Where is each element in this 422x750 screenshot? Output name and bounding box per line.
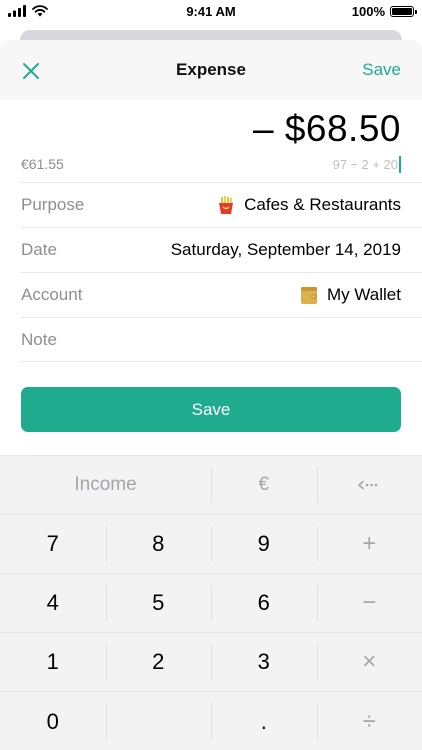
- amount-area[interactable]: – $68.50 €61.55 97 ÷ 2 + 20: [0, 100, 422, 182]
- key-9[interactable]: 9: [211, 515, 317, 573]
- formula-display: 97 ÷ 2 + 20: [333, 156, 401, 173]
- date-value: Saturday, September 14, 2019: [170, 240, 401, 259]
- keypad: Income € 7 8 9 + 4 5 6 − 1 2 3 × 0 . ÷: [0, 455, 422, 750]
- battery-icon: [390, 5, 417, 17]
- wifi-icon: [32, 5, 48, 17]
- close-button[interactable]: [18, 58, 44, 84]
- keypad-row-3: 1 2 3 ×: [0, 633, 422, 692]
- page-title: Expense: [176, 60, 246, 79]
- save-wrap: Save: [0, 362, 422, 432]
- wallet-icon: [301, 287, 317, 304]
- purpose-row[interactable]: Purpose Cafes & Restaurants: [21, 182, 422, 227]
- key-2[interactable]: 2: [105, 633, 212, 691]
- nav-save-button[interactable]: Save: [362, 60, 401, 80]
- key-3[interactable]: 3: [211, 633, 317, 691]
- key-0[interactable]: 0: [0, 692, 106, 750]
- key-divide[interactable]: ÷: [316, 692, 422, 750]
- account-text: My Wallet: [327, 285, 401, 304]
- keypad-row-2: 4 5 6 −: [0, 574, 422, 633]
- key-5[interactable]: 5: [105, 574, 212, 632]
- purpose-label: Purpose: [21, 195, 85, 214]
- key-plus[interactable]: +: [316, 515, 422, 573]
- backspace-icon: [358, 480, 378, 490]
- key-decimal[interactable]: .: [211, 692, 317, 750]
- key-8[interactable]: 8: [105, 515, 212, 573]
- date-row[interactable]: Date Saturday, September 14, 2019: [21, 227, 422, 272]
- account-row[interactable]: Account My Wallet: [21, 272, 422, 317]
- key-empty: [105, 692, 212, 750]
- key-multiply[interactable]: ×: [316, 633, 422, 691]
- key-6[interactable]: 6: [211, 574, 317, 632]
- keypad-top-row: Income €: [0, 456, 422, 515]
- account-label: Account: [21, 285, 83, 304]
- close-icon: [23, 63, 39, 79]
- date-label: Date: [21, 240, 57, 259]
- status-right: 100%: [351, 3, 417, 19]
- save-button[interactable]: Save: [21, 387, 401, 432]
- converted-amount: €61.55: [21, 156, 64, 172]
- formula-text: 97 ÷ 2 + 20: [332, 157, 398, 172]
- nav-bar: Expense Save: [0, 40, 422, 100]
- battery-percent: 100%: [351, 3, 385, 19]
- amount-value: – $68.50: [252, 108, 401, 149]
- status-bar: 9:41 AM 100%: [0, 0, 422, 22]
- fries-icon: [219, 196, 234, 214]
- keypad-row-1: 7 8 9 +: [0, 515, 422, 574]
- purpose-text: Cafes & Restaurants: [244, 195, 401, 214]
- text-cursor: [399, 156, 401, 173]
- currency-key[interactable]: €: [211, 456, 317, 514]
- income-key[interactable]: Income: [0, 456, 211, 514]
- key-4[interactable]: 4: [0, 574, 106, 632]
- backspace-key[interactable]: [316, 456, 422, 514]
- signal-icon: [8, 5, 26, 17]
- key-1[interactable]: 1: [0, 633, 106, 691]
- status-left: [8, 5, 48, 17]
- keypad-row-4: 0 . ÷: [0, 692, 422, 750]
- note-row[interactable]: Note: [21, 317, 422, 362]
- key-minus[interactable]: −: [316, 574, 422, 632]
- note-label: Note: [21, 329, 57, 349]
- account-value: My Wallet: [299, 285, 401, 305]
- purpose-value: Cafes & Restaurants: [216, 195, 401, 215]
- key-7[interactable]: 7: [0, 515, 106, 573]
